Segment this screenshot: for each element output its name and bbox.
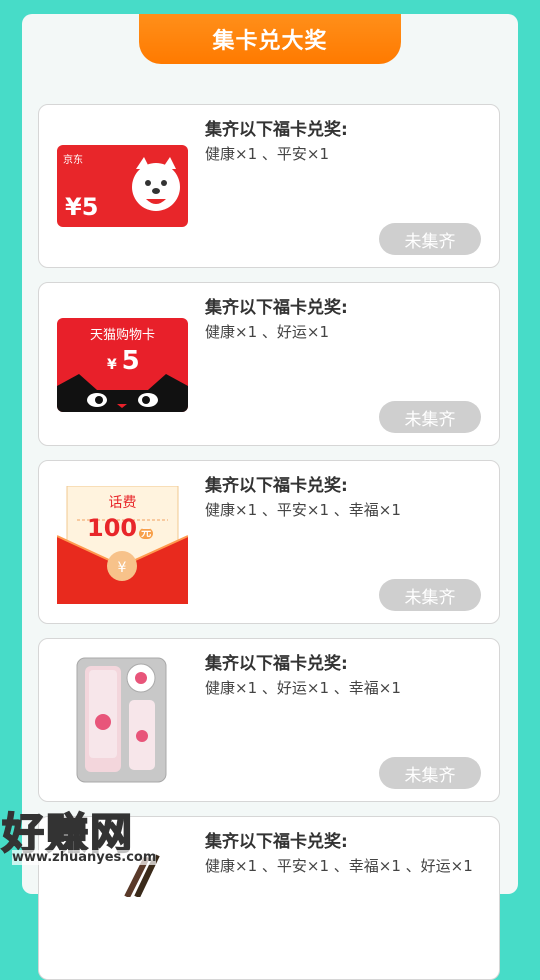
card-requirements: 健康×1 、平安×1 、幸福×1	[205, 501, 401, 519]
redeem-button[interactable]: 未集齐	[379, 757, 481, 789]
phone-credit-envelope-image: ¥ 话费 100 元	[57, 486, 188, 604]
jd-dog-icon	[132, 157, 180, 211]
phone-credit-amount: 100 元	[87, 514, 154, 542]
jd-amount: ¥5	[65, 193, 99, 221]
prize-card-phone-credit: ¥ 话费 100 元 集齐以下福卡兑奖: 健康×1 、平安×1 、幸福×1 未集齐	[38, 460, 500, 624]
prize-card-cosmetics: 集齐以下福卡兑奖: 健康×1 、好运×1 、幸福×1 未集齐	[38, 638, 500, 802]
card-heading: 集齐以下福卡兑奖:	[205, 832, 348, 852]
redeem-button[interactable]: 未集齐	[379, 223, 481, 255]
tmall-cat-icon	[57, 374, 188, 412]
card-requirements: 健康×1 、平安×1	[205, 145, 329, 163]
card-heading: 集齐以下福卡兑奖:	[205, 120, 348, 140]
jd-brand-label: 京东	[63, 155, 83, 166]
tmall-gift-card-image: 天猫购物卡 ¥ 5	[57, 318, 188, 412]
card-requirements: 健康×1 、平安×1 、幸福×1 、好运×1	[205, 857, 473, 875]
svg-text:¥: ¥	[118, 560, 127, 576]
card-requirements: 健康×1 、好运×1	[205, 323, 329, 341]
prize-card-jd: 京东 ¥5 集齐以下福卡兑奖: 健康×1 、平安×1 未集齐	[38, 104, 500, 268]
redeem-button[interactable]: 未集齐	[379, 579, 481, 611]
card-heading: 集齐以下福卡兑奖:	[205, 654, 348, 674]
cosmetics-gift-set-icon	[75, 656, 168, 784]
page-title: 集卡兑大奖	[139, 14, 401, 64]
card-requirements: 健康×1 、好运×1 、幸福×1	[205, 679, 401, 697]
phone-credit-label: 话费	[108, 495, 137, 511]
jd-gift-card-image: 京东 ¥5	[57, 145, 188, 227]
prize-card-tmall: 天猫购物卡 ¥ 5 集齐以下福卡兑奖: 健康×1 、好运×1 未集齐	[38, 282, 500, 446]
site-watermark: 好赚网 www.zhuanyes.com	[1, 800, 192, 882]
redeem-button[interactable]: 未集齐	[379, 401, 481, 433]
card-heading: 集齐以下福卡兑奖:	[205, 298, 348, 318]
watermark-url: www.zhuanyes.com	[12, 850, 157, 865]
tmall-brand-label: 天猫购物卡	[89, 328, 155, 343]
card-heading: 集齐以下福卡兑奖:	[205, 476, 348, 496]
